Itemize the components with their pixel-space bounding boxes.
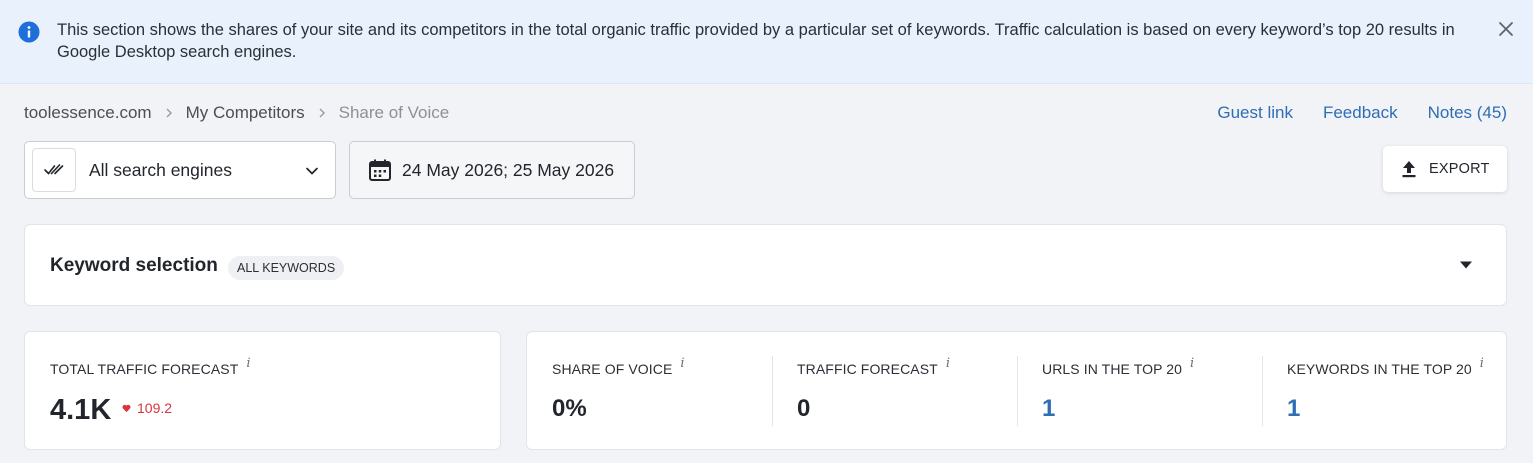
breadcrumb-site[interactable]: toolessence.com xyxy=(24,103,152,123)
metric-value-link[interactable]: 1 xyxy=(1042,395,1055,423)
calendar-icon xyxy=(369,159,391,181)
info-tooltip-icon[interactable]: i xyxy=(246,356,250,371)
metric-label: SHARE OF VOICE xyxy=(552,361,673,377)
select-all-toggle[interactable] xyxy=(32,148,76,192)
metric-value-link[interactable]: 1 xyxy=(1287,395,1300,423)
decrease-heart-icon xyxy=(122,404,131,412)
guest-link[interactable]: Guest link xyxy=(1217,103,1293,123)
metric-keywords-top-20: KEYWORDS IN THE TOP 20 i 1 xyxy=(1262,332,1507,451)
search-engine-select[interactable]: All search engines xyxy=(24,141,336,199)
date-range-value: 24 May 2026; 25 May 2026 xyxy=(402,159,615,180)
chevron-down-icon xyxy=(306,167,318,175)
total-traffic-value: 4.1K xyxy=(50,394,112,426)
info-banner: This section shows the shares of your si… xyxy=(0,0,1533,84)
metric-value: 0% xyxy=(552,395,587,422)
date-range-picker[interactable]: 24 May 2026; 25 May 2026 xyxy=(349,141,635,199)
keyword-selection-panel[interactable]: Keyword selection ALL KEYWORDS xyxy=(24,224,1507,306)
info-icon xyxy=(18,21,40,43)
export-label: EXPORT xyxy=(1429,161,1490,177)
info-tooltip-icon[interactable]: i xyxy=(946,356,950,371)
caret-down-icon[interactable] xyxy=(1459,260,1473,270)
metric-traffic-forecast: TRAFFIC FORECAST i 0 xyxy=(772,332,1017,451)
feedback-link[interactable]: Feedback xyxy=(1323,103,1398,123)
keyword-selection-title: Keyword selection xyxy=(50,255,218,276)
upload-icon xyxy=(1402,161,1416,178)
total-traffic-label: TOTAL TRAFFIC FORECAST xyxy=(50,361,239,377)
info-tooltip-icon[interactable]: i xyxy=(680,356,684,371)
breadcrumb: toolessence.com My Competitors Share of … xyxy=(24,101,449,125)
total-traffic-card: TOTAL TRAFFIC FORECAST i 4.1K 109.2 xyxy=(24,331,501,450)
metric-label: TRAFFIC FORECAST xyxy=(797,361,938,377)
share-of-voice-metrics-card: SHARE OF VOICE i 0% TRAFFIC FORECAST i 0… xyxy=(526,331,1507,450)
total-traffic-delta: 109.2 xyxy=(122,400,172,416)
keyword-selection-badge: ALL KEYWORDS xyxy=(228,256,345,280)
breadcrumb-my-competitors[interactable]: My Competitors xyxy=(186,103,305,123)
metric-urls-top-20: URLS IN THE TOP 20 i 1 xyxy=(1017,332,1262,451)
info-tooltip-icon[interactable]: i xyxy=(1480,356,1484,371)
metric-share-of-voice: SHARE OF VOICE i 0% xyxy=(527,332,772,451)
info-tooltip-icon[interactable]: i xyxy=(1190,356,1194,371)
metric-value: 0 xyxy=(797,395,811,422)
search-engine-value: All search engines xyxy=(89,159,232,180)
double-check-icon xyxy=(44,164,64,175)
metric-label: KEYWORDS IN THE TOP 20 xyxy=(1287,361,1472,377)
close-icon[interactable] xyxy=(1497,20,1515,38)
banner-text: This section shows the shares of your si… xyxy=(57,21,1455,61)
chevron-right-icon xyxy=(165,108,173,118)
header-links: Guest link Feedback Notes (45) xyxy=(1187,101,1507,125)
chevron-right-icon xyxy=(318,108,326,118)
metric-label: URLS IN THE TOP 20 xyxy=(1042,361,1183,377)
total-traffic-delta-value: 109.2 xyxy=(137,400,173,416)
export-button[interactable]: EXPORT xyxy=(1383,146,1507,192)
notes-link[interactable]: Notes (45) xyxy=(1428,103,1507,123)
breadcrumb-current-page: Share of Voice xyxy=(338,103,450,122)
